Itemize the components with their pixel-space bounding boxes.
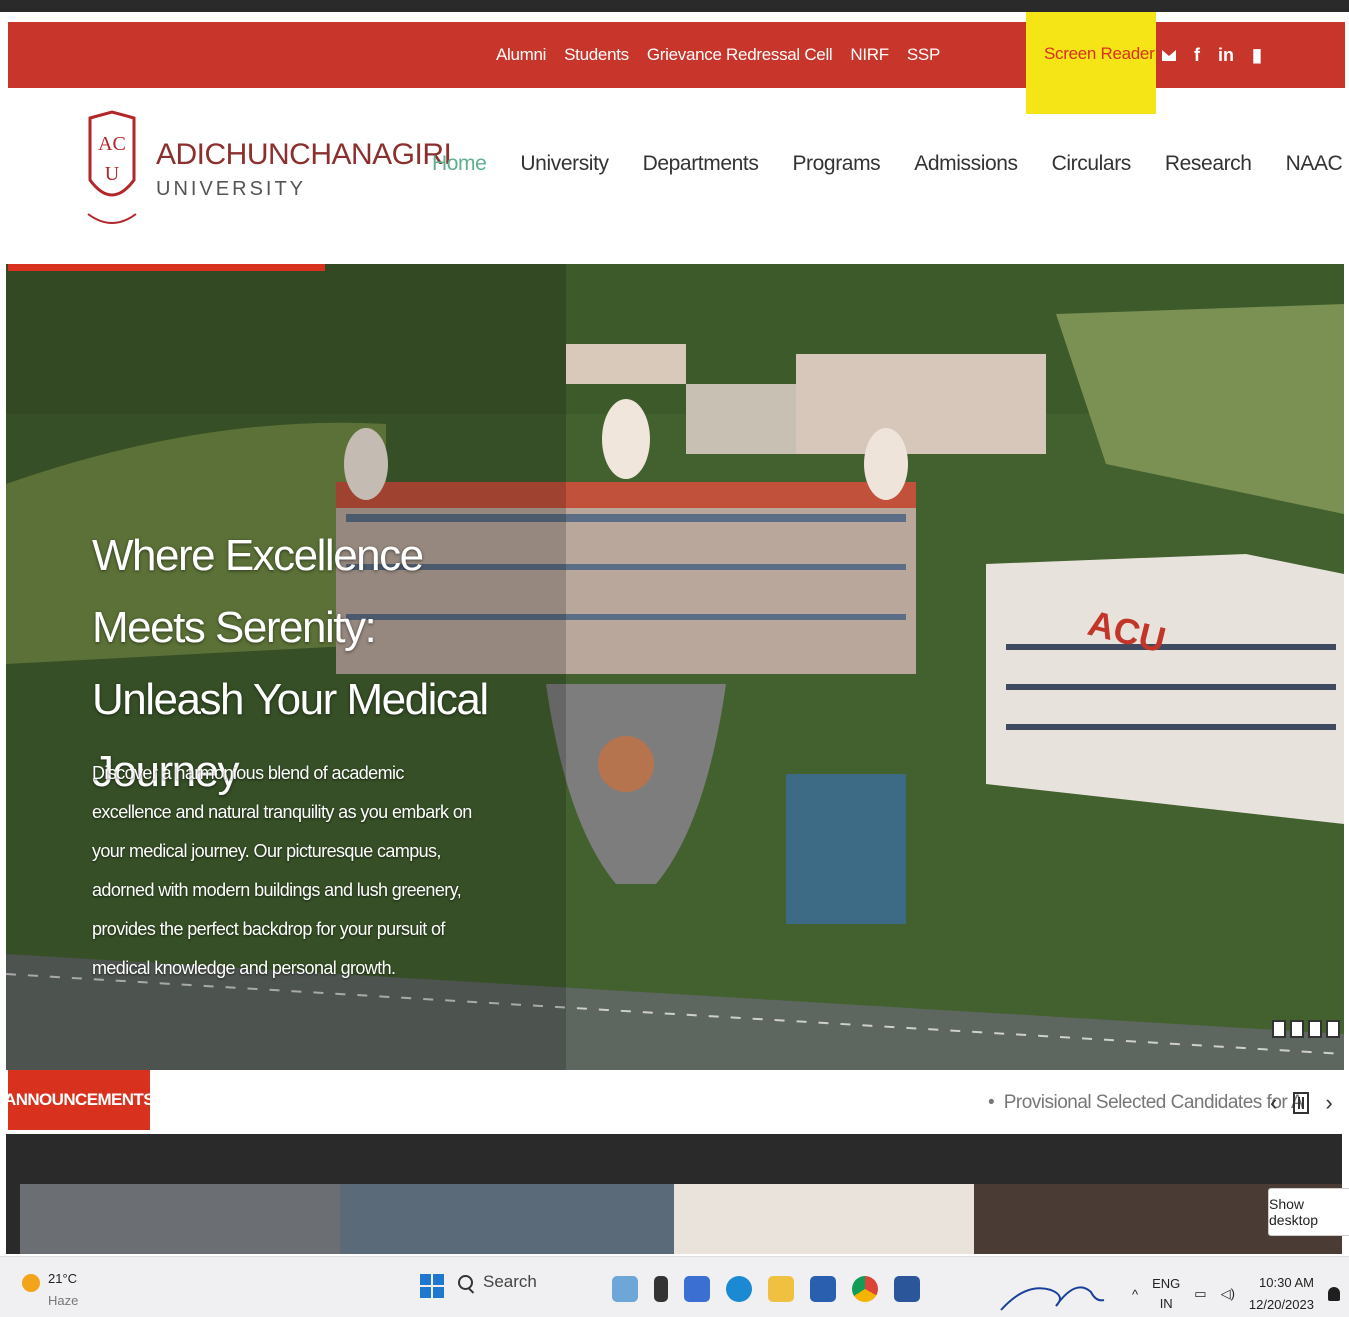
pause-icon[interactable] xyxy=(1293,1092,1310,1114)
slider-dot[interactable] xyxy=(1272,1020,1286,1038)
taskbar-apps xyxy=(612,1276,920,1302)
nav-programs[interactable]: Programs xyxy=(792,152,880,176)
system-tray: ^ ENG IN ▭ ◁) 10:30 AM 12/20/2023 xyxy=(1132,1272,1340,1316)
nav-research[interactable]: Research xyxy=(1165,152,1252,176)
slider-dot[interactable] xyxy=(1326,1020,1340,1038)
weather-widget[interactable]: 21°C Haze xyxy=(22,1268,78,1312)
social-links: f in ▮ xyxy=(1162,22,1262,88)
file-explorer-icon[interactable] xyxy=(768,1276,794,1302)
word-icon[interactable] xyxy=(894,1276,920,1302)
youtube-icon[interactable]: ▮ xyxy=(1252,45,1262,66)
topbar-link-students[interactable]: Students xyxy=(564,45,629,65)
main-nav: Home University Departments Programs Adm… xyxy=(432,152,1349,176)
tray-chevron-icon[interactable]: ^ xyxy=(1132,1287,1138,1302)
announcement-controls: ‹ › xyxy=(1270,1090,1333,1116)
next-arrow-icon[interactable]: › xyxy=(1325,1090,1332,1116)
svg-text:U: U xyxy=(105,163,120,185)
taskbar-search[interactable]: Search xyxy=(458,1272,537,1292)
lang-bottom: IN xyxy=(1159,1296,1173,1311)
nav-naac[interactable]: NAAC xyxy=(1286,152,1343,176)
slider-dot[interactable] xyxy=(1290,1020,1304,1038)
language-indicator[interactable]: ENG IN xyxy=(1152,1274,1180,1314)
nav-circulars[interactable]: Circulars xyxy=(1052,152,1132,176)
edge-icon[interactable] xyxy=(726,1276,752,1302)
clock-time: 10:30 AM xyxy=(1259,1275,1314,1290)
prev-arrow-icon[interactable]: ‹ xyxy=(1270,1090,1277,1116)
slider-dots[interactable] xyxy=(1272,1020,1340,1038)
mail-icon[interactable] xyxy=(1162,49,1176,61)
windows-start-icon[interactable] xyxy=(420,1274,444,1298)
slider-dot[interactable] xyxy=(1308,1020,1322,1038)
nav-home[interactable]: Home xyxy=(432,152,487,176)
weather-temp: 21°C xyxy=(48,1271,78,1286)
lang-top: ENG xyxy=(1152,1276,1181,1291)
weather-sun-icon xyxy=(22,1274,40,1292)
nav-university[interactable]: University xyxy=(520,152,609,176)
university-logo[interactable]: AC U xyxy=(84,110,140,230)
search-icon xyxy=(458,1274,473,1290)
brand-name: ADICHUNCHANAGIRI xyxy=(156,138,452,171)
nav-admissions[interactable]: Admissions xyxy=(914,152,1018,176)
facebook-icon[interactable]: f xyxy=(1194,45,1200,66)
announcement-item[interactable]: • Provisional Selected Candidates for A xyxy=(988,1092,1304,1114)
show-desktop-tooltip: Show desktop xyxy=(1268,1188,1349,1236)
announcements-label: ANNOUNCEMENTS xyxy=(4,1070,155,1130)
app-icon[interactable] xyxy=(612,1276,638,1302)
hero-accent-line xyxy=(8,264,325,271)
top-border xyxy=(0,0,1349,12)
nav-departments[interactable]: Departments xyxy=(643,152,759,176)
topbar-link-ssp[interactable]: SSP xyxy=(907,45,940,65)
mail-app-icon[interactable] xyxy=(810,1276,836,1302)
topbar-link-nirf[interactable]: NIRF xyxy=(850,45,889,65)
handwritten-signature xyxy=(1000,1286,1105,1311)
chrome-icon[interactable] xyxy=(852,1276,878,1302)
brand-subtitle: UNIVERSITY xyxy=(156,178,307,200)
weather-condition: Haze xyxy=(48,1293,79,1308)
svg-text:AC: AC xyxy=(98,133,126,155)
screen-reader-link[interactable]: Screen Reader xyxy=(1044,44,1155,64)
hero-description: Discover a harmonious blend of academic … xyxy=(92,763,472,978)
volume-icon[interactable]: ◁) xyxy=(1221,1286,1235,1302)
topbar-link-alumni[interactable]: Alumni xyxy=(496,45,546,65)
notification-bell-icon[interactable] xyxy=(1327,1287,1340,1301)
topbar-link-grievance[interactable]: Grievance Redressal Cell xyxy=(647,45,833,65)
network-icon[interactable]: ▭ xyxy=(1194,1286,1206,1302)
app-icon[interactable] xyxy=(684,1276,710,1302)
hero-slider: ACU Where Excellence Meets Serenity: Unl… xyxy=(6,264,1344,1070)
clock-date: 12/20/2023 xyxy=(1248,1297,1314,1312)
announcement-text[interactable]: Provisional Selected Candidates for A xyxy=(1004,1092,1304,1113)
taskbar-search-placeholder: Search xyxy=(483,1272,537,1291)
app-icon[interactable] xyxy=(654,1276,668,1302)
linkedin-icon[interactable]: in xyxy=(1218,45,1234,66)
gallery-strip xyxy=(6,1134,1342,1254)
clock[interactable]: 10:30 AM 12/20/2023 xyxy=(1249,1272,1314,1316)
